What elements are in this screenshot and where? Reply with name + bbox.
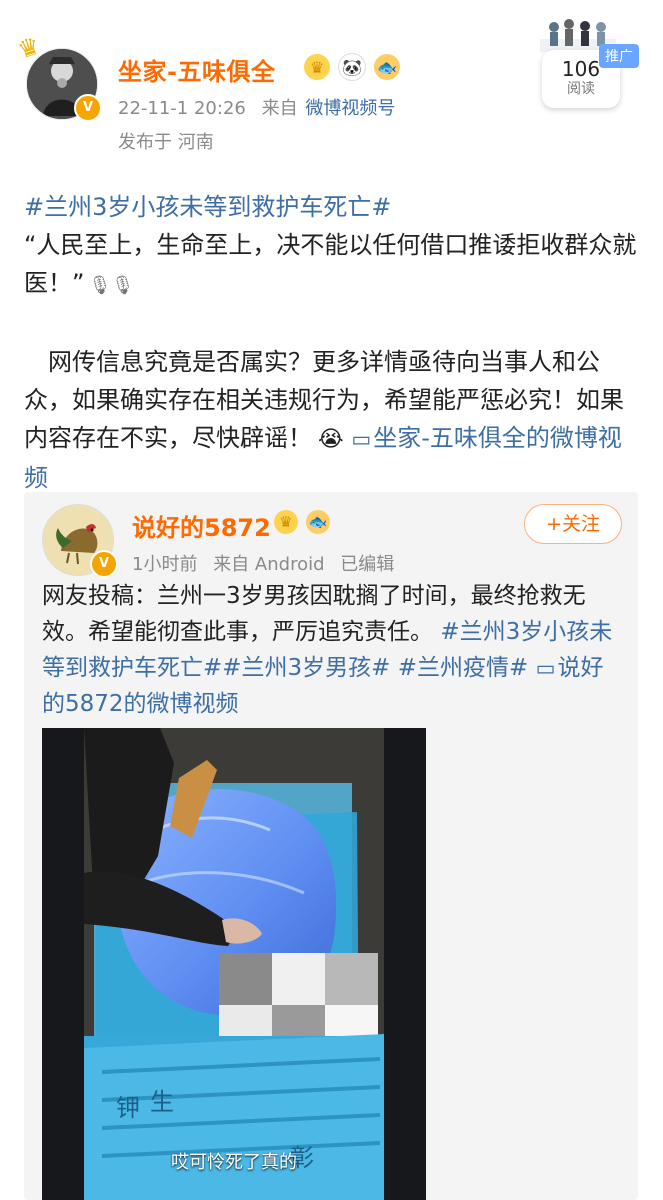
crown-icon: ♛	[274, 510, 298, 534]
read-label: 阅读	[567, 81, 595, 97]
edited-label: 已编辑	[340, 554, 395, 575]
video-icon: ▭	[535, 656, 556, 680]
video-subtitle: 哎可怜死了真的	[171, 1152, 297, 1173]
embedded-post-card[interactable]: V 说好的5872 ♛ 🐟 1小时前 来自 Android 已编辑 +关注 网友…	[24, 492, 638, 1200]
username[interactable]: 说好的5872	[132, 508, 271, 543]
source-link[interactable]: Android	[255, 554, 325, 575]
panda-icon: 🐼	[338, 53, 366, 81]
crying-emoji-icon: 😭	[318, 427, 344, 452]
video-icon: ▭	[351, 427, 372, 451]
source-prefix: 来自	[213, 554, 250, 575]
hashtag-link[interactable]: #兰州3岁男孩#	[222, 655, 390, 681]
post-body: #兰州3岁小孩未等到救护车死亡# “人民至上，生命至上，决不能以任何借口推诿拒收…	[24, 188, 639, 497]
svg-text:生: 生	[150, 1088, 174, 1116]
post-timestamp: 1小时前	[132, 554, 198, 575]
user-badges: ♛ 🐟	[274, 510, 330, 534]
hashtag-link[interactable]: #兰州疫情#	[398, 655, 529, 681]
user-badges: ♛ 🐼 🐟	[304, 52, 400, 82]
svg-text:钾: 钾	[116, 1094, 140, 1122]
fish-icon: 🐟	[306, 510, 330, 534]
username[interactable]: 坐家-五味俱全	[118, 52, 275, 87]
post-header: ♛ V 坐家-五味俱全 ♛ 🐼 🐟 22-11-1 20:26 来自 微博视频号…	[0, 0, 663, 170]
weibo-post-page: ♛ V 坐家-五味俱全 ♛ 🐼 🐟 22-11-1 20:26 来自 微博视频号…	[0, 0, 663, 1200]
source-prefix: 来自	[261, 98, 298, 119]
crown-icon: ♛	[304, 54, 330, 80]
embedded-post-body: 网友投稿：兰州一3岁男孩因耽搁了时间，最终抢救无效。希望能彻查此事，严厉追究责任…	[42, 578, 622, 722]
source-link[interactable]: 微博视频号	[305, 98, 395, 119]
post-timestamp: 22-11-1 20:26	[118, 98, 246, 119]
post-meta: 22-11-1 20:26 来自 微博视频号	[118, 94, 395, 120]
verified-icon: V	[90, 550, 118, 578]
video-player[interactable]: 钾 生 彰 哎可怜死了真的	[42, 728, 426, 1200]
verified-icon: V	[74, 94, 102, 122]
promo-badge: 推广	[599, 44, 639, 68]
follow-button[interactable]: +关注	[524, 504, 622, 544]
hashtag-link[interactable]: #兰州3岁小孩未等到救护车死亡#	[24, 193, 392, 221]
post-meta: 1小时前 来自 Android 已编辑	[132, 550, 394, 576]
fish-icon: 🐟	[374, 54, 400, 80]
microphone-icon: 🎙🎙	[88, 275, 135, 296]
post-location: 发布于 河南	[118, 132, 214, 153]
